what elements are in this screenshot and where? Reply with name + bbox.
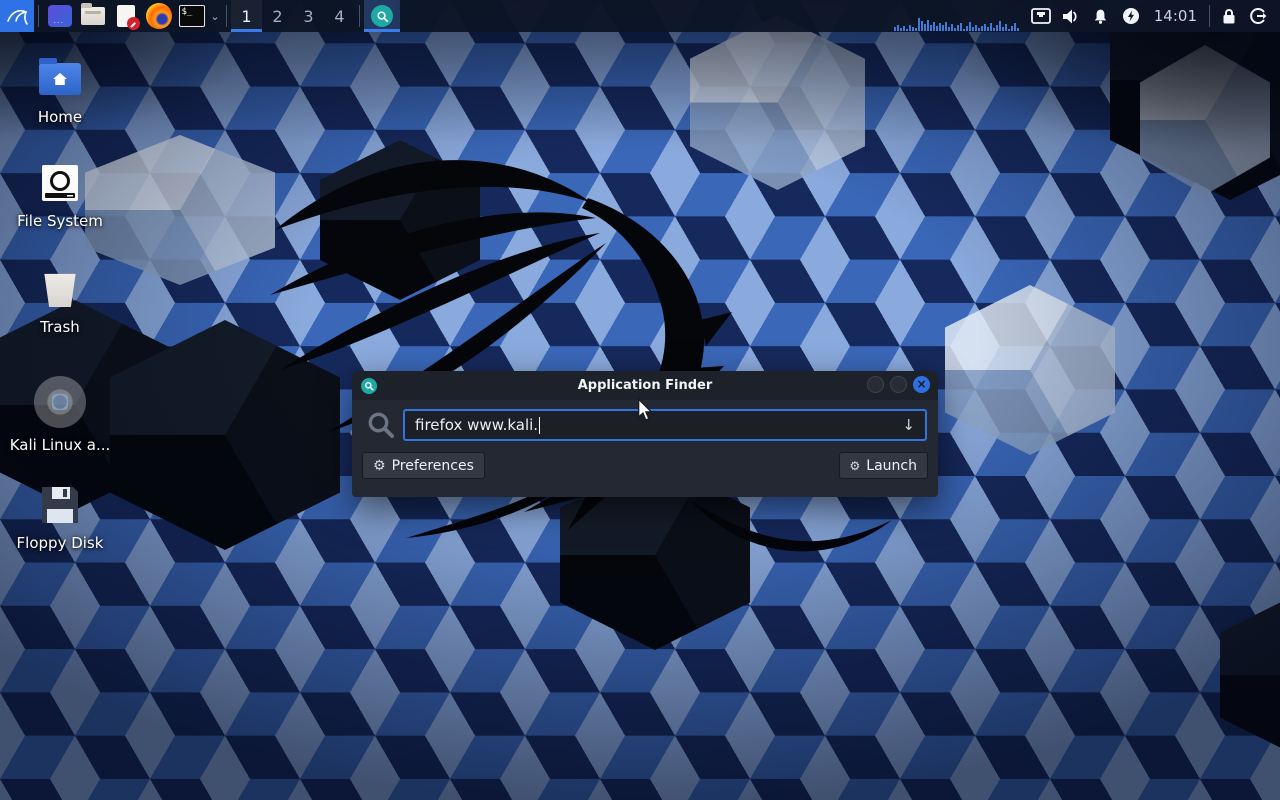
text-editor-icon [117, 5, 135, 27]
applications-menu-button[interactable] [0, 0, 34, 32]
desktop-icon-file-system[interactable]: File System [8, 160, 112, 230]
gear-icon: ⚙ [373, 458, 386, 474]
network-tray-button[interactable] [1026, 0, 1056, 32]
desktop-icon-label: File System [17, 212, 103, 230]
workspace-button-3[interactable]: 3 [293, 0, 324, 32]
kali-dragon-icon [6, 5, 28, 27]
maximize-button[interactable] [890, 376, 907, 393]
bell-icon [1092, 8, 1109, 25]
launcher-dropdown-chevron-icon[interactable]: ⌄ [208, 10, 222, 23]
application-finder-title-icon [361, 378, 377, 394]
taskbar-application-finder[interactable] [364, 0, 400, 32]
trash-icon [43, 271, 77, 307]
desktop-icon-home[interactable]: Home [8, 56, 112, 126]
launcher-firefox[interactable] [142, 0, 175, 32]
panel-separator [226, 5, 227, 27]
launch-run-icon: ⚙ [850, 459, 861, 473]
desktop-icon-kali-disc[interactable]: Kali Linux a... [8, 374, 112, 454]
desktop-icon-floppy[interactable]: Floppy Disk [8, 482, 112, 552]
ethernet-network-icon [1031, 8, 1051, 24]
disc-icon [34, 376, 86, 428]
drive-icon [42, 165, 78, 201]
lock-icon [1221, 8, 1237, 25]
launcher-terminal[interactable]: $_ [175, 0, 208, 32]
lock-screen-button[interactable] [1214, 0, 1244, 32]
logout-icon [1250, 7, 1268, 25]
panel-separator [38, 5, 39, 27]
panel-separator [1209, 5, 1210, 27]
desktop-icon-label: Home [38, 108, 82, 126]
preferences-button-label: Preferences [392, 458, 474, 474]
text-caret [539, 417, 540, 434]
minimize-button[interactable] [867, 376, 884, 393]
firefox-icon [146, 3, 172, 29]
panel-clock[interactable]: 14:01 [1146, 7, 1205, 25]
power-lightning-icon [1122, 7, 1140, 25]
terminal-icon: $_ [179, 5, 205, 27]
home-folder-icon [39, 63, 81, 95]
speaker-volume-icon [1061, 8, 1080, 25]
volume-tray-button[interactable] [1056, 0, 1086, 32]
application-finder-icon [371, 5, 393, 27]
desktop-icon-trash[interactable]: Trash [8, 266, 112, 336]
search-icon [366, 410, 396, 440]
launcher-text-editor[interactable] [109, 0, 142, 32]
desktop-window-icon: ... [48, 5, 72, 27]
application-finder-titlebar[interactable]: Application Finder × [352, 371, 938, 400]
desktop-icon-label: Kali Linux a... [10, 436, 111, 454]
workspace-button-2[interactable]: 2 [262, 0, 293, 32]
network-monitor[interactable] [894, 16, 1020, 31]
application-finder-window: Application Finder × firefox www.kali. ↓… [352, 371, 938, 497]
mouse-cursor [637, 398, 653, 422]
top-panel: ... $_ ⌄ 1 2 3 4 [0, 0, 1280, 32]
dropdown-arrow-icon[interactable]: ↓ [902, 416, 915, 434]
launch-button[interactable]: ⚙ Launch [839, 452, 928, 479]
desktop-icon-label: Trash [40, 318, 80, 336]
floppy-icon [42, 487, 78, 523]
window-title: Application Finder [352, 378, 938, 393]
panel-separator [359, 5, 360, 27]
workspace-button-4[interactable]: 4 [324, 0, 355, 32]
file-manager-icon [81, 7, 105, 25]
desktop-icon-label: Floppy Disk [17, 534, 104, 552]
notifications-tray-button[interactable] [1086, 0, 1116, 32]
launcher-desktop-app[interactable]: ... [43, 0, 76, 32]
launcher-file-manager[interactable] [76, 0, 109, 32]
search-input-value: firefox www.kali. [415, 416, 538, 434]
power-manager-tray-button[interactable] [1116, 0, 1146, 32]
preferences-button[interactable]: ⚙ Preferences [362, 452, 485, 479]
search-input[interactable]: firefox www.kali. ↓ [403, 409, 927, 441]
workspace-button-1[interactable]: 1 [231, 0, 262, 32]
close-button[interactable]: × [913, 376, 930, 393]
launch-button-label: Launch [866, 458, 917, 474]
logout-button[interactable] [1244, 0, 1274, 32]
